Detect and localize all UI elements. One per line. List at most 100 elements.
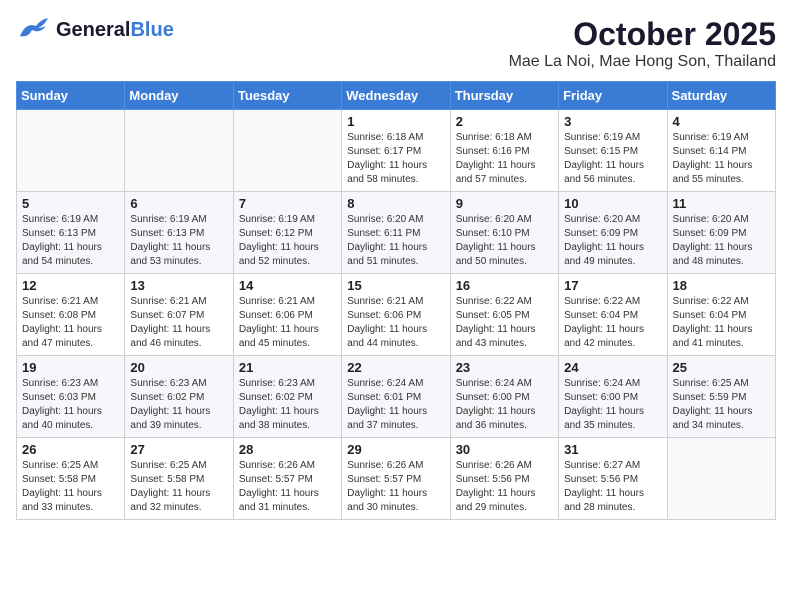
table-row	[667, 438, 775, 520]
calendar-week-row: 12Sunrise: 6:21 AMSunset: 6:08 PMDayligh…	[17, 274, 776, 356]
day-info: Sunrise: 6:23 AMSunset: 6:03 PMDaylight:…	[22, 377, 119, 433]
calendar-table: Sunday Monday Tuesday Wednesday Thursday…	[16, 81, 776, 520]
title-block: October 2025 Mae La Noi, Mae Hong Son, T…	[509, 16, 776, 71]
table-row: 6 Sunrise: 6:19 AMSunset: 6:13 PMDaylight…	[125, 192, 233, 274]
day-info: Sunrise: 6:22 AMSunset: 6:04 PMDaylight:…	[673, 295, 770, 351]
header-wednesday: Wednesday	[342, 82, 450, 110]
day-number: 10	[564, 196, 661, 211]
day-info: Sunrise: 6:18 AMSunset: 6:17 PMDaylight:…	[347, 131, 444, 187]
day-info: Sunrise: 6:26 AMSunset: 5:56 PMDaylight:…	[456, 459, 553, 515]
table-row: 22 Sunrise: 6:24 AMSunset: 6:01 PMDayligh…	[342, 356, 450, 438]
day-info: Sunrise: 6:27 AMSunset: 5:56 PMDaylight:…	[564, 459, 661, 515]
table-row: 1 Sunrise: 6:18 AMSunset: 6:17 PMDaylight…	[342, 110, 450, 192]
calendar-week-row: 5 Sunrise: 6:19 AMSunset: 6:13 PMDaylight…	[17, 192, 776, 274]
table-row	[17, 110, 125, 192]
table-row: 9 Sunrise: 6:20 AMSunset: 6:10 PMDaylight…	[450, 192, 558, 274]
day-number: 28	[239, 442, 336, 457]
day-info: Sunrise: 6:24 AMSunset: 6:00 PMDaylight:…	[456, 377, 553, 433]
logo-general: General	[56, 19, 130, 41]
day-info: Sunrise: 6:20 AMSunset: 6:11 PMDaylight:…	[347, 213, 444, 269]
table-row: 12Sunrise: 6:21 AMSunset: 6:08 PMDayligh…	[17, 274, 125, 356]
table-row: 17 Sunrise: 6:22 AMSunset: 6:04 PMDayligh…	[559, 274, 667, 356]
day-number: 5	[22, 196, 119, 211]
day-number: 30	[456, 442, 553, 457]
day-number: 9	[456, 196, 553, 211]
day-number: 21	[239, 360, 336, 375]
table-row: 19Sunrise: 6:23 AMSunset: 6:03 PMDayligh…	[17, 356, 125, 438]
table-row: 23Sunrise: 6:24 AMSunset: 6:00 PMDayligh…	[450, 356, 558, 438]
day-number: 14	[239, 278, 336, 293]
logo: GeneralBlue	[16, 16, 174, 44]
day-number: 26	[22, 442, 119, 457]
header-friday: Friday	[559, 82, 667, 110]
calendar-title: October 2025	[509, 16, 776, 53]
header-monday: Monday	[125, 82, 233, 110]
day-info: Sunrise: 6:23 AMSunset: 6:02 PMDaylight:…	[130, 377, 227, 433]
day-info: Sunrise: 6:24 AMSunset: 6:00 PMDaylight:…	[564, 377, 661, 433]
day-info: Sunrise: 6:21 AMSunset: 6:08 PMDaylight:…	[22, 295, 119, 351]
day-number: 11	[673, 196, 770, 211]
table-row: 29Sunrise: 6:26 AMSunset: 5:57 PMDayligh…	[342, 438, 450, 520]
table-row: 7 Sunrise: 6:19 AMSunset: 6:12 PMDaylight…	[233, 192, 341, 274]
table-row: 21 Sunrise: 6:23 AMSunset: 6:02 PMDayligh…	[233, 356, 341, 438]
day-number: 15	[347, 278, 444, 293]
day-info: Sunrise: 6:23 AMSunset: 6:02 PMDaylight:…	[239, 377, 336, 433]
day-info: Sunrise: 6:24 AMSunset: 6:01 PMDaylight:…	[347, 377, 444, 433]
table-row: 28 Sunrise: 6:26 AMSunset: 5:57 PMDayligh…	[233, 438, 341, 520]
day-info: Sunrise: 6:20 AMSunset: 6:10 PMDaylight:…	[456, 213, 553, 269]
table-row: 8 Sunrise: 6:20 AMSunset: 6:11 PMDaylight…	[342, 192, 450, 274]
day-number: 6	[130, 196, 227, 211]
calendar-week-row: 26Sunrise: 6:25 AMSunset: 5:58 PMDayligh…	[17, 438, 776, 520]
day-number: 8	[347, 196, 444, 211]
table-row: 20 Sunrise: 6:23 AMSunset: 6:02 PMDayligh…	[125, 356, 233, 438]
table-row: 4 Sunrise: 6:19 AMSunset: 6:14 PMDaylight…	[667, 110, 775, 192]
logo-blue-text: Blue	[130, 19, 173, 41]
table-row: 26Sunrise: 6:25 AMSunset: 5:58 PMDayligh…	[17, 438, 125, 520]
day-info: Sunrise: 6:19 AMSunset: 6:15 PMDaylight:…	[564, 131, 661, 187]
day-number: 25	[673, 360, 770, 375]
day-number: 1	[347, 114, 444, 129]
table-row: 31 Sunrise: 6:27 AMSunset: 5:56 PMDayligh…	[559, 438, 667, 520]
day-info: Sunrise: 6:22 AMSunset: 6:04 PMDaylight:…	[564, 295, 661, 351]
day-info: Sunrise: 6:21 AMSunset: 6:06 PMDaylight:…	[239, 295, 336, 351]
table-row: 18 Sunrise: 6:22 AMSunset: 6:04 PMDayligh…	[667, 274, 775, 356]
day-number: 4	[673, 114, 770, 129]
table-row: 15Sunrise: 6:21 AMSunset: 6:06 PMDayligh…	[342, 274, 450, 356]
day-info: Sunrise: 6:25 AMSunset: 5:59 PMDaylight:…	[673, 377, 770, 433]
header-thursday: Thursday	[450, 82, 558, 110]
table-row: 27Sunrise: 6:25 AMSunset: 5:58 PMDayligh…	[125, 438, 233, 520]
day-number: 27	[130, 442, 227, 457]
table-row: 13 Sunrise: 6:21 AMSunset: 6:07 PMDayligh…	[125, 274, 233, 356]
table-row: 25 Sunrise: 6:25 AMSunset: 5:59 PMDayligh…	[667, 356, 775, 438]
day-number: 17	[564, 278, 661, 293]
day-number: 29	[347, 442, 444, 457]
day-info: Sunrise: 6:19 AMSunset: 6:12 PMDaylight:…	[239, 213, 336, 269]
calendar-week-row: 1 Sunrise: 6:18 AMSunset: 6:17 PMDaylight…	[17, 110, 776, 192]
header-saturday: Saturday	[667, 82, 775, 110]
day-number: 13	[130, 278, 227, 293]
day-info: Sunrise: 6:18 AMSunset: 6:16 PMDaylight:…	[456, 131, 553, 187]
day-info: Sunrise: 6:19 AMSunset: 6:13 PMDaylight:…	[22, 213, 119, 269]
table-row: 24 Sunrise: 6:24 AMSunset: 6:00 PMDayligh…	[559, 356, 667, 438]
header-sunday: Sunday	[17, 82, 125, 110]
day-number: 20	[130, 360, 227, 375]
day-info: Sunrise: 6:21 AMSunset: 6:07 PMDaylight:…	[130, 295, 227, 351]
day-number: 16	[456, 278, 553, 293]
day-number: 22	[347, 360, 444, 375]
day-number: 7	[239, 196, 336, 211]
table-row: 14 Sunrise: 6:21 AMSunset: 6:06 PMDayligh…	[233, 274, 341, 356]
calendar-header-row: Sunday Monday Tuesday Wednesday Thursday…	[17, 82, 776, 110]
calendar-week-row: 19Sunrise: 6:23 AMSunset: 6:03 PMDayligh…	[17, 356, 776, 438]
table-row: 30 Sunrise: 6:26 AMSunset: 5:56 PMDayligh…	[450, 438, 558, 520]
table-row	[125, 110, 233, 192]
day-info: Sunrise: 6:26 AMSunset: 5:57 PMDaylight:…	[239, 459, 336, 515]
day-number: 24	[564, 360, 661, 375]
day-info: Sunrise: 6:19 AMSunset: 6:14 PMDaylight:…	[673, 131, 770, 187]
day-number: 18	[673, 278, 770, 293]
day-number: 2	[456, 114, 553, 129]
table-row: 5 Sunrise: 6:19 AMSunset: 6:13 PMDaylight…	[17, 192, 125, 274]
table-row: 2 Sunrise: 6:18 AMSunset: 6:16 PMDaylight…	[450, 110, 558, 192]
day-info: Sunrise: 6:22 AMSunset: 6:05 PMDaylight:…	[456, 295, 553, 351]
day-number: 31	[564, 442, 661, 457]
day-info: Sunrise: 6:19 AMSunset: 6:13 PMDaylight:…	[130, 213, 227, 269]
